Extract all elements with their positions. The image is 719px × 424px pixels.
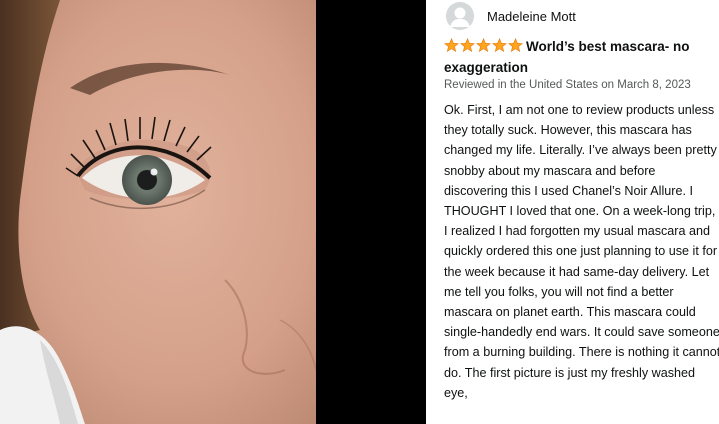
review-meta: Reviewed in the United States on March 8… — [444, 79, 691, 91]
filled-star-icon — [460, 38, 475, 53]
default-user-avatar-icon — [446, 2, 474, 30]
filled-star-icon — [444, 38, 459, 53]
filled-star-icon — [508, 38, 523, 53]
reviewer-name[interactable]: Madeleine Mott — [487, 9, 576, 24]
review-title-row: World’s best mascara- no exaggeration — [444, 37, 716, 77]
star-rating[interactable] — [444, 38, 523, 58]
reviewer-info[interactable]: Madeleine Mott — [446, 0, 576, 32]
filled-star-icon — [492, 38, 507, 53]
review-body: Ok. First, I am not one to review produc… — [444, 103, 719, 400]
review-photo[interactable] — [0, 0, 316, 424]
image-letterbox — [316, 0, 426, 424]
review-panel: Madeleine Mott World’s best mascara- no … — [426, 0, 719, 424]
filled-star-icon — [476, 38, 491, 53]
